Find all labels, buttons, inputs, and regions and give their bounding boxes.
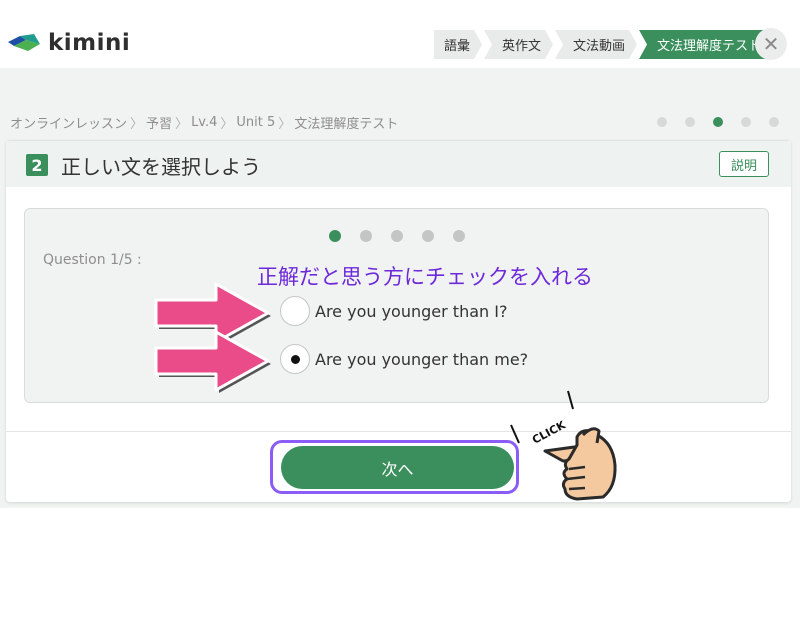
option-text: Are you younger than I?: [315, 301, 508, 321]
radio-button-checked[interactable]: [280, 344, 310, 374]
question-dot: [391, 230, 403, 242]
chevron-right-icon: 〉: [130, 117, 144, 132]
breadcrumb-item[interactable]: 予習: [146, 113, 172, 132]
chevron-right-icon: 〉: [175, 117, 189, 132]
app-window: kimini 語彙 英作文 文法動画 文法理解度テスト ✕ オンラインレッスン …: [0, 0, 800, 640]
pink-arrow-icon: [154, 330, 271, 393]
progress-dot-current: [713, 117, 723, 127]
breadcrumb-item[interactable]: Lv.4: [191, 115, 217, 130]
tab-composition[interactable]: 英作文: [484, 30, 553, 59]
top-header: kimini 語彙 英作文 文法動画 文法理解度テスト ✕: [0, 0, 800, 68]
option-text: Are you younger than me?: [315, 349, 529, 369]
click-label: CLICK: [530, 418, 568, 446]
tab-label: 語彙: [444, 39, 471, 54]
tab-grammar-video[interactable]: 文法動画: [555, 30, 637, 59]
annotation-instruction: 正解だと思う方にチェックを入れる: [257, 265, 593, 289]
tab-vocabulary[interactable]: 語彙: [434, 30, 482, 59]
card-title: 正しい文を選択しよう: [61, 155, 261, 179]
breadcrumb: オンラインレッスン 〉 予習 〉 Lv.4 〉 Unit 5 〉 文法理解度テス…: [10, 113, 398, 132]
progress-dot: [657, 117, 667, 127]
question-dot: [422, 230, 434, 242]
kimini-logo-icon: [8, 34, 40, 51]
tab-label: 英作文: [502, 39, 542, 54]
question-counter: Question 1/5 :: [43, 252, 142, 268]
next-button[interactable]: 次へ: [281, 446, 514, 489]
radio-button[interactable]: [280, 296, 310, 326]
question-dot-current: [329, 230, 341, 242]
question-card: 2 正しい文を選択しよう 説明 Question 1/5 : Are you y…: [6, 140, 791, 502]
progress-dot: [769, 117, 779, 127]
chevron-right-icon: 〉: [278, 117, 292, 132]
logo-text: kimini: [48, 30, 131, 56]
radio-dot: [290, 354, 300, 364]
close-icon: ✕: [762, 32, 780, 56]
tab-label: 文法理解度テスト: [657, 39, 762, 54]
progress-dot: [685, 117, 695, 127]
tab-grammar-test[interactable]: 文法理解度テスト: [639, 30, 772, 59]
close-button[interactable]: ✕: [755, 28, 787, 60]
breadcrumb-item-current: 文法理解度テスト: [294, 117, 399, 132]
question-progress: [329, 230, 465, 242]
pointing-hand-icon: CLICK: [510, 390, 617, 501]
question-dot: [453, 230, 465, 242]
footer-divider: [6, 431, 791, 432]
breadcrumb-item[interactable]: オンラインレッスン: [10, 113, 127, 132]
chevron-right-icon: 〉: [220, 117, 234, 132]
card-header: 2 正しい文を選択しよう 説明: [6, 140, 791, 187]
progress-dot: [741, 117, 751, 127]
explain-button[interactable]: 説明: [719, 151, 769, 177]
answer-option[interactable]: Are you younger than I?: [280, 296, 507, 326]
question-box: Question 1/5 : Are you younger than I? A…: [24, 208, 769, 403]
breadcrumb-item[interactable]: Unit 5: [236, 115, 275, 130]
step-number-badge: 2: [26, 154, 48, 176]
section-progress: [657, 117, 779, 127]
tab-label: 文法動画: [573, 39, 626, 54]
question-dot: [360, 230, 372, 242]
kimini-logo[interactable]: kimini: [6, 30, 130, 56]
answer-option-selected[interactable]: Are you younger than me?: [280, 344, 528, 374]
nav-tabs: 語彙 英作文 文法動画 文法理解度テスト: [434, 30, 773, 59]
